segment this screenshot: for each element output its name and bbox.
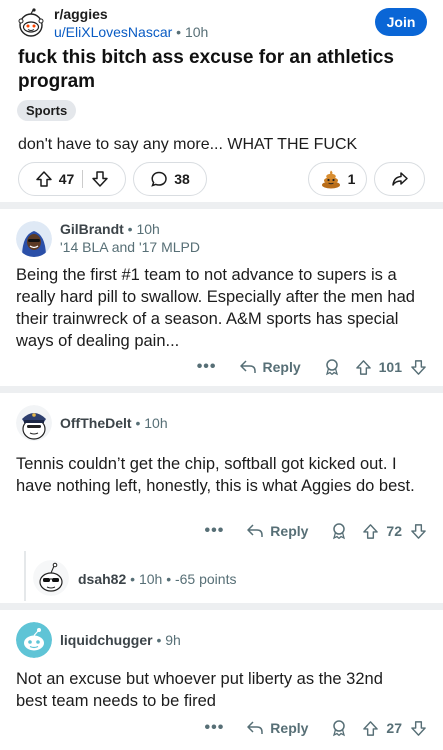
- comment-age: 9h: [165, 632, 181, 648]
- comment-vote-count: 72: [386, 523, 402, 539]
- thread-line[interactable]: [24, 551, 26, 601]
- comment-actions: ••• Reply 101: [197, 354, 427, 380]
- section-divider: [0, 603, 443, 610]
- join-button[interactable]: Join: [375, 8, 427, 36]
- reply-label: Reply: [270, 720, 309, 736]
- comment-author-name[interactable]: OffTheDelt: [60, 415, 132, 431]
- reply-label: Reply: [270, 523, 309, 539]
- more-options-icon[interactable]: •••: [197, 358, 217, 376]
- meta-separator: •: [135, 415, 141, 431]
- more-options-icon[interactable]: •••: [204, 522, 224, 540]
- user-avatar[interactable]: [16, 221, 52, 257]
- comment-age: 10h: [144, 415, 168, 431]
- snoo-sunglasses-avatar-icon: [33, 560, 69, 596]
- comment-upvote[interactable]: 27: [362, 720, 402, 737]
- comment-upvote[interactable]: 101: [355, 359, 402, 376]
- post-author[interactable]: u/EliXLovesNascar: [54, 24, 172, 40]
- comment-author[interactable]: dsah82 • 10h • -65 points: [78, 571, 236, 587]
- comment-author[interactable]: GilBrandt • 10h: [60, 221, 160, 237]
- comment-author-name[interactable]: GilBrandt: [60, 221, 124, 237]
- hooded-avatar-icon: [16, 221, 52, 257]
- post-body: don't have to say any more... WHAT THE F…: [18, 136, 358, 153]
- downvote-icon[interactable]: [410, 523, 427, 540]
- comment-vote-count: 27: [386, 720, 402, 736]
- post: r/aggies u/EliXLovesNascar • 10h Join fu…: [0, 0, 443, 202]
- comment-author[interactable]: OffTheDelt • 10h: [60, 415, 168, 431]
- post-meta: u/EliXLovesNascar • 10h: [54, 24, 208, 40]
- reply-label: Reply: [262, 359, 301, 375]
- comment: GilBrandt • 10h '14 BLA and '17 MLPD Bei…: [0, 209, 443, 385]
- user-avatar[interactable]: [16, 622, 52, 658]
- upvote-icon[interactable]: [35, 170, 53, 188]
- comment-vote-count: 101: [378, 359, 402, 375]
- more-options-icon[interactable]: •••: [204, 719, 224, 737]
- meta-separator: •: [166, 571, 172, 587]
- downvote-icon[interactable]: [410, 359, 427, 376]
- comment-bubble-icon: [151, 171, 167, 187]
- poop-award-icon: [321, 170, 340, 189]
- comment-age: 10h: [136, 221, 160, 237]
- comment-author-name[interactable]: liquidchugger: [60, 632, 153, 648]
- comment-actions: ••• Reply 72: [204, 518, 427, 544]
- share-button[interactable]: [374, 162, 425, 196]
- award-icon[interactable]: [330, 719, 348, 737]
- user-avatar[interactable]: [16, 405, 52, 441]
- snoo-avatar-icon: [16, 622, 52, 658]
- user-avatar[interactable]: [33, 560, 69, 596]
- reply-arrow-icon: [247, 524, 264, 537]
- comment-author-name[interactable]: dsah82: [78, 571, 126, 587]
- meta-separator: •: [127, 221, 133, 237]
- comment-upvote[interactable]: 72: [362, 523, 402, 540]
- user-flair: '14 BLA and '17 MLPD: [60, 239, 200, 255]
- police-avatar-icon: [16, 405, 52, 441]
- post-age: 10h: [184, 24, 209, 40]
- comment-body: Not an excuse but whoever put liberty as…: [16, 670, 383, 710]
- comment-count: 38: [174, 171, 190, 187]
- comment-body: Tennis couldn’t get the chip, softball g…: [16, 455, 415, 495]
- comment-points: -65 points: [174, 571, 237, 587]
- meta-separator: •: [176, 24, 182, 40]
- reply-arrow-icon: [239, 360, 256, 373]
- award-count: 1: [347, 171, 356, 187]
- meta-separator: •: [156, 632, 162, 648]
- upvote-icon[interactable]: [355, 359, 372, 376]
- section-divider: [0, 202, 443, 209]
- share-icon: [391, 172, 408, 186]
- downvote-icon[interactable]: [410, 720, 427, 737]
- section-divider: [0, 386, 443, 393]
- vote-divider: [82, 170, 84, 188]
- comment-author[interactable]: liquidchugger • 9h: [60, 632, 181, 648]
- comment-body: Being the first #1 team to not advance t…: [16, 266, 415, 350]
- comment: OffTheDelt • 10h Tennis couldn’t get the…: [0, 393, 443, 603]
- post-flair[interactable]: Sports: [17, 100, 77, 121]
- upvote-icon[interactable]: [362, 523, 379, 540]
- subreddit-name[interactable]: r/aggies: [54, 6, 108, 22]
- post-vote-count: 47: [58, 171, 75, 187]
- comment-age: 10h: [138, 571, 163, 587]
- reply-button[interactable]: Reply: [246, 720, 308, 736]
- meta-separator: •: [130, 571, 136, 587]
- award-icon[interactable]: [330, 522, 348, 540]
- award-icon[interactable]: [323, 358, 341, 376]
- comment-actions: ••• Reply 27: [204, 715, 427, 741]
- award-button[interactable]: 1: [308, 162, 367, 196]
- reply-arrow-icon: [247, 721, 264, 734]
- post-title[interactable]: fuck this bitch ass excuse for an athlet…: [18, 46, 418, 94]
- comment: liquidchugger • 9h Not an excuse but who…: [0, 610, 443, 750]
- comments-button[interactable]: 38: [133, 162, 207, 196]
- downvote-icon[interactable]: [91, 170, 109, 188]
- reply-button[interactable]: Reply: [239, 359, 301, 375]
- post-vote-control: 47: [18, 162, 126, 196]
- reply-button[interactable]: Reply: [246, 523, 308, 539]
- upvote-icon[interactable]: [362, 720, 379, 737]
- subreddit-avatar-icon[interactable]: [16, 8, 46, 38]
